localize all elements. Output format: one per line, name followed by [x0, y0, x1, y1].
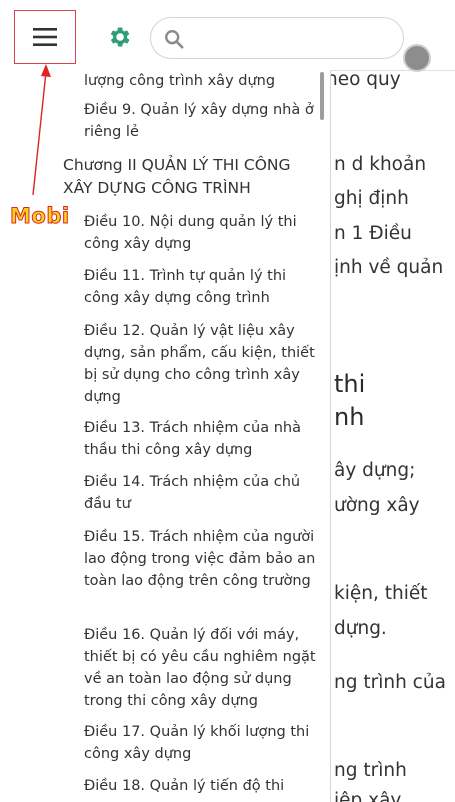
gear-icon[interactable] [106, 24, 132, 50]
annotation-label: Mobi [10, 204, 70, 229]
article-heading-fragment: nh [334, 403, 365, 431]
toc-item[interactable]: Điều 16. Quản lý đối với máy, thiết bị c… [84, 624, 316, 712]
toc-item[interactable]: Điều 15. Trách nhiệm của người lao động … [84, 526, 316, 592]
hamburger-icon [33, 28, 57, 46]
toc-item[interactable]: Điều 17. Quản lý khối lượng thi công xây… [84, 721, 316, 765]
article-fragment: n 1 Điều [334, 223, 412, 244]
article-fragment: n d khoản [334, 154, 427, 175]
article-fragment: ây dựng; [334, 460, 416, 481]
search-input[interactable] [193, 24, 393, 52]
toc-item[interactable]: Điều 9. Quản lý xây dựng nhà ở riêng lẻ [84, 99, 316, 143]
toc-item[interactable]: lượng công trình xây dựng [84, 70, 316, 92]
article-fragment: ghị định [334, 188, 409, 209]
toc-item[interactable]: Điều 18. Quản lý tiến độ thi [84, 775, 316, 797]
toc-drawer[interactable]: lượng công trình xây dựng Điều 9. Quản l… [0, 70, 331, 802]
toc-item[interactable]: Điều 14. Trách nhiệm của chủ đầu tư [84, 471, 316, 515]
article-fragment: ường xây [334, 495, 420, 516]
top-bar [0, 0, 455, 72]
toc-chapter[interactable]: Chương II QUẢN LÝ THI CÔNG XÂY DỰNG CÔNG… [63, 154, 313, 200]
menu-button[interactable] [14, 10, 76, 64]
article-fragment: ịnh về quản [334, 257, 444, 278]
article-fragment: iệp xây [334, 790, 402, 802]
article-fragment: ng trình của [334, 672, 446, 693]
search-icon [165, 30, 184, 49]
article-fragment: dựng. [334, 618, 387, 639]
article-heading-fragment: thi [334, 370, 366, 398]
article-fragment: kiện, thiết [334, 583, 428, 604]
search-box[interactable] [150, 17, 404, 59]
toc-item[interactable]: Điều 10. Nội dung quản lý thi công xây d… [84, 211, 316, 255]
toc-item[interactable]: Điều 12. Quản lý vật liệu xây dựng, sản … [84, 320, 316, 408]
toc-item[interactable]: Điều 13. Trách nhiệm của nhà thầu thi cô… [84, 417, 316, 461]
article-fragment: ng trình [334, 760, 407, 781]
toc-scrollbar[interactable] [320, 72, 324, 120]
header-divider [330, 70, 455, 71]
article-fragment: heo quy [326, 69, 401, 90]
toc-item[interactable]: Điều 11. Trình tự quản lý thi công xây d… [84, 265, 316, 309]
avatar[interactable] [403, 44, 431, 72]
